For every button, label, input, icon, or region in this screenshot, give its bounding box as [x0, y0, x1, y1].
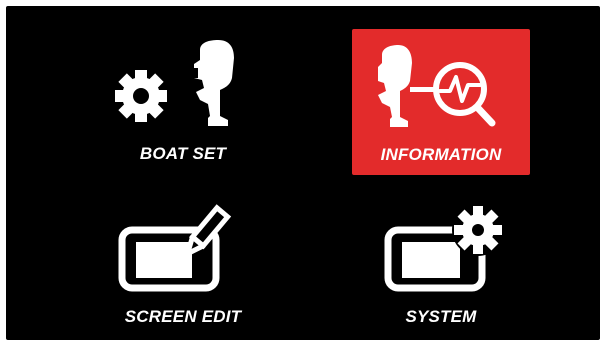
- information-label: INFORMATION: [380, 145, 502, 164]
- engine-diagnostics-icon: [378, 45, 496, 127]
- system-button[interactable]: SYSTEM: [352, 194, 530, 329]
- menu-screen: BOAT SET INFORMATION SCREEN EDIT SYSTEM: [6, 6, 600, 340]
- boat-set-label: BOAT SET: [139, 144, 227, 163]
- boat-set-button[interactable]: BOAT SET: [96, 30, 270, 175]
- system-settings-icon: [384, 204, 504, 292]
- screen-edit-button[interactable]: SCREEN EDIT: [96, 194, 270, 329]
- gear-engine-icon: [115, 40, 234, 126]
- system-label: SYSTEM: [405, 307, 477, 326]
- information-button[interactable]: INFORMATION: [352, 29, 530, 175]
- screen-edit-icon: [118, 204, 232, 292]
- screen-edit-label: SCREEN EDIT: [124, 307, 242, 326]
